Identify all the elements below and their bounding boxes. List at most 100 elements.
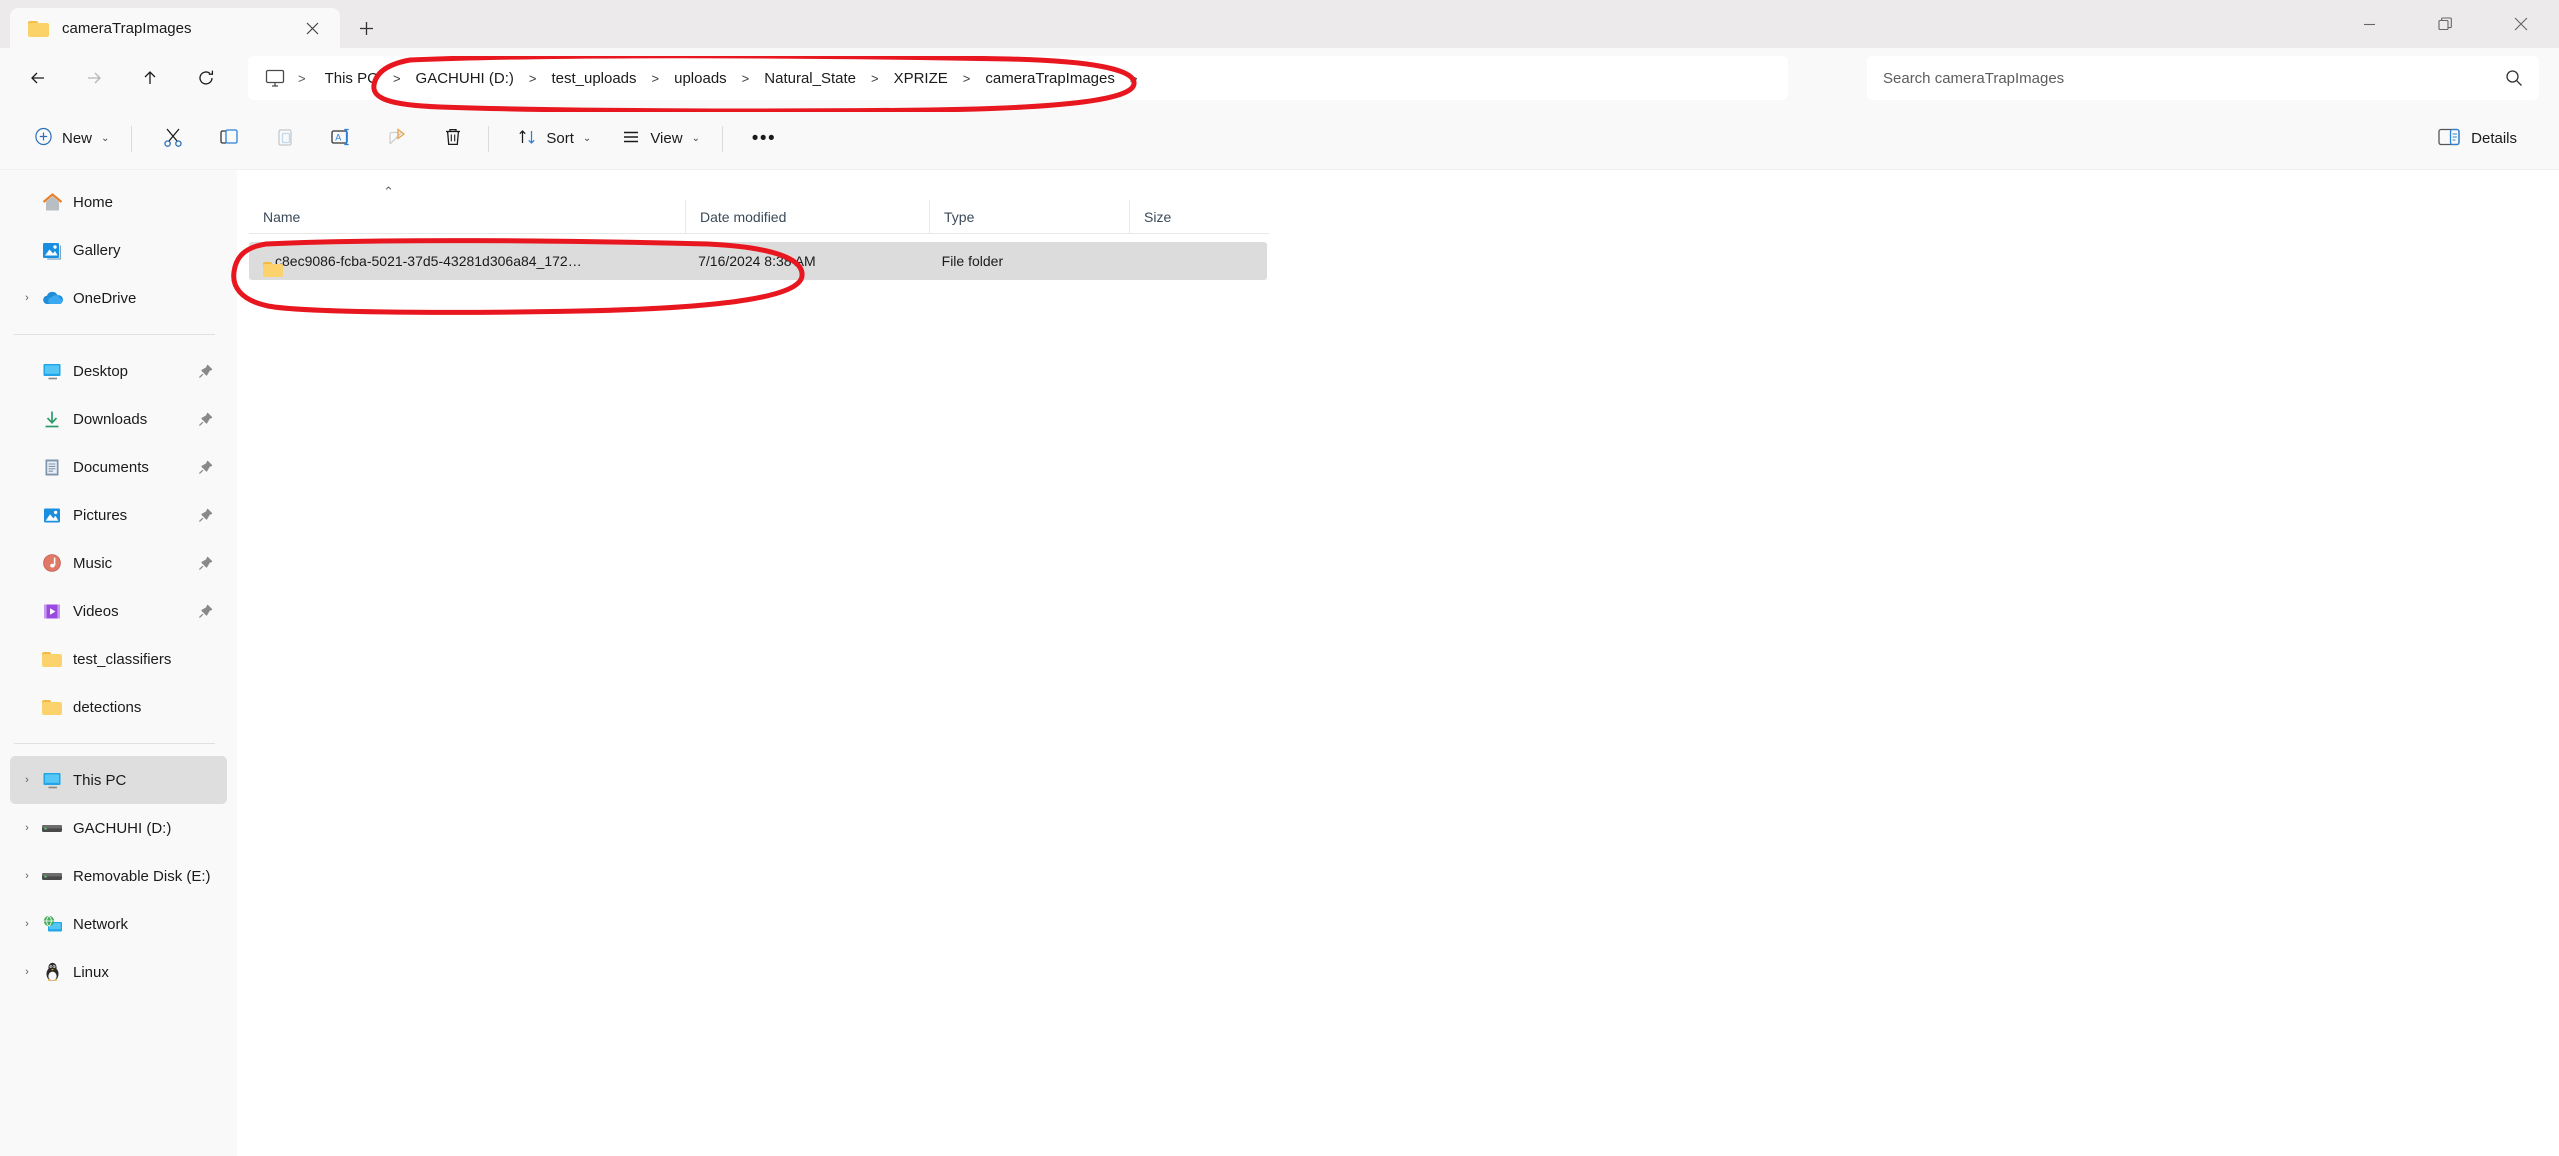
- chevron-right-icon: >: [962, 70, 971, 86]
- title-bar: cameraTrapImages: [0, 0, 2559, 48]
- sidebar-item-home[interactable]: › Home: [10, 178, 227, 226]
- search-box[interactable]: [1867, 56, 2539, 100]
- sidebar-item-network[interactable]: › Network: [10, 900, 227, 948]
- breadcrumb-item-uploads[interactable]: uploads: [661, 61, 740, 95]
- videos-icon: [38, 600, 66, 622]
- sidebar-item-removable-disk-e[interactable]: › Removable Disk (E:): [10, 852, 227, 900]
- address-bar[interactable]: > This PC > GACHUHI (D:) > test_uploads …: [248, 56, 1788, 100]
- gallery-icon: [38, 239, 66, 261]
- sidebar-item-label: OneDrive: [73, 289, 137, 307]
- sidebar-item-music[interactable]: › Music: [10, 539, 227, 587]
- ellipsis-icon: •••: [751, 128, 777, 149]
- pin-icon[interactable]: [198, 556, 213, 571]
- cut-button[interactable]: [148, 118, 198, 160]
- folder-icon: [28, 19, 50, 37]
- toolbar-divider: [131, 125, 133, 152]
- table-row[interactable]: c8ec9086-fcba-5021-37d5-43281d306a84_172…: [249, 242, 1267, 280]
- rename-button[interactable]: A: [316, 118, 366, 160]
- column-header-name[interactable]: ⌃ Name: [249, 184, 685, 234]
- breadcrumb-item-this-pc[interactable]: This PC: [312, 61, 391, 95]
- view-button[interactable]: View ⌄: [609, 118, 712, 160]
- toolbar-divider: [488, 125, 490, 152]
- chevron-right-icon[interactable]: ›: [16, 966, 38, 978]
- pin-icon[interactable]: [198, 460, 213, 475]
- breadcrumb-item-natural-state[interactable]: Natural_State: [751, 61, 869, 95]
- sidebar-item-label: Videos: [73, 602, 119, 620]
- column-header-label: Date modified: [700, 208, 787, 225]
- chevron-right-icon[interactable]: ›: [16, 822, 38, 834]
- pin-icon[interactable]: [198, 604, 213, 619]
- sidebar-item-this-pc[interactable]: › This PC: [10, 756, 227, 804]
- sidebar-item-linux[interactable]: › Linux: [10, 948, 227, 996]
- share-button: [372, 118, 422, 160]
- new-tab-button[interactable]: [346, 8, 386, 48]
- details-button[interactable]: Details: [2426, 118, 2529, 160]
- file-date-cell: 7/16/2024 8:38 AM: [698, 253, 816, 269]
- details-pane-icon: [2438, 128, 2460, 150]
- pin-icon[interactable]: [198, 364, 213, 379]
- copy-button[interactable]: [204, 118, 254, 160]
- sidebar-item-onedrive[interactable]: › OneDrive: [10, 274, 227, 322]
- restore-icon[interactable]: [2407, 0, 2483, 48]
- up-arrow-icon[interactable]: [130, 58, 170, 98]
- sidebar-item-detections[interactable]: › detections: [10, 683, 227, 731]
- sidebar-item-label: Gallery: [73, 241, 121, 259]
- scissors-icon: [162, 126, 184, 152]
- chevron-down-icon: ⌄: [691, 133, 700, 144]
- sidebar-item-gachuhi-d[interactable]: › GACHUHI (D:): [10, 804, 227, 852]
- chevron-right-icon: >: [871, 70, 879, 86]
- file-list-pane: ⌃ Name Date modified Type Size c8ec9086-…: [237, 170, 2559, 1156]
- breadcrumb-leading-separator: >: [298, 70, 306, 86]
- breadcrumb-item-gachuhi-d[interactable]: GACHUHI (D:): [403, 61, 527, 95]
- sidebar-divider: [14, 743, 215, 744]
- breadcrumb-item-xprize[interactable]: XPRIZE: [881, 61, 961, 95]
- search-icon[interactable]: [2505, 69, 2523, 87]
- tab-strip: cameraTrapImages: [0, 0, 386, 48]
- drive-icon: [38, 817, 66, 839]
- close-icon[interactable]: [298, 14, 326, 42]
- chevron-right-icon[interactable]: ›: [16, 870, 38, 882]
- sidebar-item-label: Removable Disk (E:): [73, 867, 211, 885]
- chevron-down-icon: ⌄: [582, 133, 592, 144]
- back-arrow-icon[interactable]: [18, 58, 58, 98]
- sidebar-item-desktop[interactable]: › Desktop: [10, 347, 227, 395]
- chevron-right-icon[interactable]: ›: [16, 292, 38, 304]
- music-icon: [38, 552, 66, 574]
- more-options-button[interactable]: •••: [739, 118, 789, 160]
- sidebar-item-label: Downloads: [73, 410, 148, 428]
- column-header-date-modified[interactable]: Date modified: [685, 199, 929, 234]
- search-input[interactable]: [1883, 69, 2505, 87]
- column-header-size[interactable]: Size: [1129, 199, 1269, 234]
- sidebar-item-test-classifiers[interactable]: › test_classifiers: [10, 635, 227, 683]
- sidebar-item-gallery[interactable]: › Gallery: [10, 226, 227, 274]
- sidebar-item-label: Documents: [73, 458, 149, 476]
- sort-button[interactable]: Sort ⌄: [505, 118, 603, 160]
- chevron-right-icon: >: [741, 70, 750, 86]
- file-name-cell: c8ec9086-fcba-5021-37d5-43281d306a84_172…: [249, 253, 684, 269]
- monitor-icon: [258, 69, 292, 88]
- close-icon[interactable]: [2483, 0, 2559, 48]
- pin-icon[interactable]: [198, 412, 213, 427]
- breadcrumb-item-test-uploads[interactable]: test_uploads: [538, 61, 649, 95]
- chevron-right-icon: >: [528, 70, 537, 86]
- pin-icon[interactable]: [198, 508, 213, 523]
- documents-icon: [38, 456, 66, 478]
- tab-cameratrapimages[interactable]: cameraTrapImages: [10, 8, 340, 48]
- sidebar-item-pictures[interactable]: › Pictures: [10, 491, 227, 539]
- chevron-right-icon[interactable]: ›: [16, 774, 38, 786]
- minimize-icon[interactable]: [2331, 0, 2407, 48]
- breadcrumb-item-cameratrapimages[interactable]: cameraTrapImages: [972, 61, 1128, 95]
- svg-text:A: A: [336, 132, 342, 142]
- sort-button-label: Sort: [546, 130, 574, 147]
- chevron-right-icon[interactable]: ›: [16, 918, 38, 930]
- downloads-icon: [38, 408, 66, 430]
- new-button[interactable]: New ⌄: [22, 118, 121, 160]
- chevron-right-icon: >: [1129, 70, 1138, 86]
- column-header-type[interactable]: Type: [929, 199, 1129, 234]
- refresh-icon[interactable]: [186, 58, 226, 98]
- sidebar-item-documents[interactable]: › Documents: [10, 443, 227, 491]
- sidebar-item-videos[interactable]: › Videos: [10, 587, 227, 635]
- sidebar-item-downloads[interactable]: › Downloads: [10, 395, 227, 443]
- folder-icon: [38, 696, 66, 718]
- delete-button[interactable]: [428, 118, 478, 160]
